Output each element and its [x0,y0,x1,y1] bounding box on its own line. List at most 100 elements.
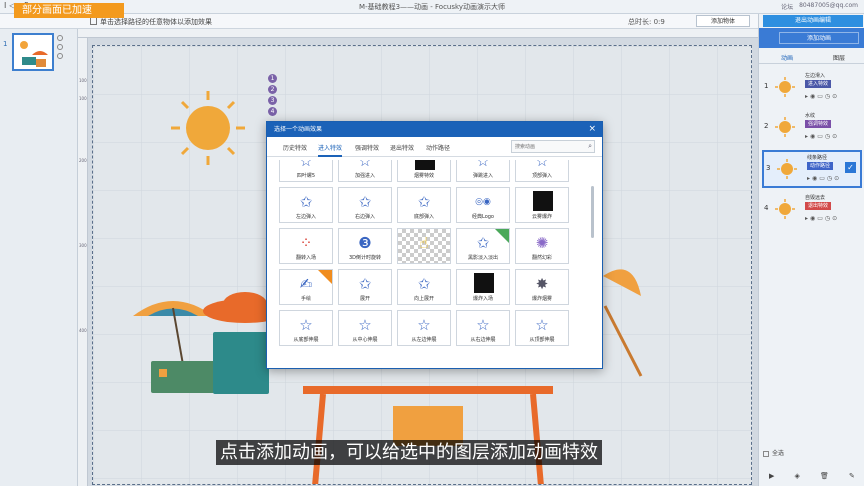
sequence-badge[interactable]: 2 [268,85,277,94]
tab-animation[interactable]: 动画 [781,53,793,62]
thumbnail-number: 1 [3,40,8,48]
tab-motion-path[interactable]: 动作路径 [426,143,450,152]
effect-card[interactable]: ☆ 弹跳进入 [456,160,510,182]
thumbnail-tool-icon[interactable] [57,35,63,41]
play-icon[interactable]: ▶ [769,472,774,486]
effect-tabs: 历史特效 进入特效 强调特效 退出特效 动作路径 ⌕ [267,137,602,157]
star-icon: ✩ [417,275,431,293]
effect-card[interactable]: ✩ 底部弹入 [397,187,451,223]
new-tag-icon [495,229,509,243]
star-icon: ☆ [417,316,431,334]
effect-card[interactable]: ☆ 四叶螺5 [279,160,333,182]
explosion-preview-icon [474,273,494,293]
effect-card[interactable]: 云雾爆炸 [515,187,569,223]
effect-search-box[interactable]: ⌕ [511,140,595,153]
effect-card[interactable]: ✩ 展开 [338,269,392,305]
star-icon: ✩ [358,275,372,293]
effect-card[interactable]: ☆ 从底部伸展 [279,310,333,346]
effect-card[interactable]: ☆ 从顶部伸展 [515,310,569,346]
delete-icon[interactable]: 🗑 [820,472,829,486]
effect-card[interactable]: ✩ 右边弹入 [338,187,392,223]
sun-icon [775,117,795,137]
effect-card[interactable]: 烟雾特效 [397,160,451,182]
search-icon[interactable]: ⌕ [588,142,592,151]
account-email[interactable]: 80487005@qq.com [799,2,858,11]
effect-card[interactable]: ☆ 加强进入 [338,160,392,182]
effect-card[interactable]: ✸ 爆炸烟雾 [515,269,569,305]
account-links: 论坛 80487005@qq.com [781,2,858,11]
hint-icon [90,17,97,25]
effect-badge: 退出特效 [805,202,832,210]
item-controls[interactable]: ▸◉▭◷⊙ [807,175,841,182]
preview-icon[interactable]: ◈ [795,472,800,486]
panel-bottom-toolbar: ▶ ◈ 🗑 ✎ [759,472,864,486]
ruler-tick: 100 [79,96,87,101]
effect-badge: 强调特效 [805,120,832,128]
effect-card[interactable]: ✍ 手绘 [279,269,333,305]
sequence-badge[interactable]: 1 [268,74,277,83]
effect-badge: 动作路径 [807,162,834,170]
brush-icon[interactable]: ✎ [849,472,855,486]
effect-card[interactable]: ◎◉ 经典Logo [456,187,510,223]
effect-card[interactable]: ☝ [397,228,451,264]
item-controls[interactable]: ▸◉▭◷⊙ [805,215,839,222]
ruler-tick: 400 [79,328,87,333]
tab-entrance[interactable]: 进入特效 [318,143,343,157]
sequence-badge[interactable]: 3 [268,96,277,105]
effect-search-input[interactable] [512,141,582,152]
star-icon: ☆ [535,316,549,334]
star-icon: ✩ [299,193,313,211]
total-time: 总时长: 0:9 [628,18,665,26]
star-icon: ☆ [476,316,490,334]
animation-item[interactable]: 4 自毁远去 退出特效 ▸◉▭◷⊙ [762,192,862,230]
effect-card[interactable]: ✩ 向上展开 [397,269,451,305]
forum-link[interactable]: 论坛 [781,2,793,11]
sun-icon [777,159,797,179]
cursor-hand-icon: ☝ [419,234,429,252]
effect-card[interactable]: ✩ 黑影淡入淡出 [456,228,510,264]
tab-history[interactable]: 历史特效 [283,143,307,152]
panel-tabs: 动画 图层 [759,50,864,64]
star-icon: ☆ [358,316,372,334]
logo-icon: ◎◉ [475,197,491,207]
dialog-title: 选择一个动画效果 [274,126,323,133]
effect-card[interactable]: ✩ 左边弹入 [279,187,333,223]
panel-header: 添加动画 [759,28,864,48]
effect-card[interactable]: ☆ 从右边伸展 [456,310,510,346]
animation-panel: 退出动画编辑 添加动画 动画 图层 1 左边滑入 进入特效 ▸◉▭◷⊙ 2 水纹… [758,14,864,486]
item-controls[interactable]: ▸◉▭◷⊙ [805,133,839,140]
effect-card[interactable]: ✺ 翻然幻彩 [515,228,569,264]
tab-exit[interactable]: 退出特效 [390,143,414,152]
effect-card[interactable]: ☆ 从中心伸展 [338,310,392,346]
add-animation-button[interactable]: 添加动画 [779,32,859,44]
effect-card[interactable]: ⁘ 翻转入场 [279,228,333,264]
exit-animation-edit-button[interactable]: 退出动画编辑 [763,15,863,27]
sun-icon [775,199,795,219]
effect-card[interactable]: 爆炸入场 [456,269,510,305]
select-all-checkbox[interactable]: 全选 [763,448,784,457]
animation-item[interactable]: 1 左边滑入 进入特效 ▸◉▭◷⊙ [762,70,862,108]
thumbnail-item[interactable] [12,33,54,71]
thumbnail-tools [57,35,67,67]
tab-layers[interactable]: 图层 [833,53,845,62]
animation-item[interactable]: 2 水纹 强调特效 ▸◉▭◷⊙ [762,110,862,148]
thumbnail-preview [20,41,48,67]
tab-emphasis[interactable]: 强调特效 [355,143,379,152]
dialog-title-bar: 选择一个动画效果 × [267,122,602,137]
dialog-scrollbar[interactable] [591,186,594,238]
effect-card[interactable]: ❸ 3D倒计时旋转 [338,228,392,264]
star-icon: ☆ [535,160,549,170]
item-controls[interactable]: ▸◉▭◷⊙ [805,93,839,100]
effect-card[interactable]: ☆ 顶部弹入 [515,160,569,182]
thumbnail-tool-icon[interactable] [57,44,63,50]
check-icon[interactable]: ✓ [845,162,856,173]
add-object-button[interactable]: 添加物体 [696,15,750,27]
panel-footer: 全选 ▶ ◈ 🗑 ✎ [759,446,864,486]
sequence-badge[interactable]: 4 [268,107,277,116]
ruler-top [78,29,758,38]
thumbnail-tool-icon[interactable] [57,53,63,59]
smoke-icon: ✸ [535,275,549,293]
close-icon[interactable]: × [588,122,596,137]
animation-item-selected[interactable]: 3 线条路径 动作路径 ▸◉▭◷⊙ ✓ [762,150,862,188]
effect-card[interactable]: ☆ 从左边伸展 [397,310,451,346]
